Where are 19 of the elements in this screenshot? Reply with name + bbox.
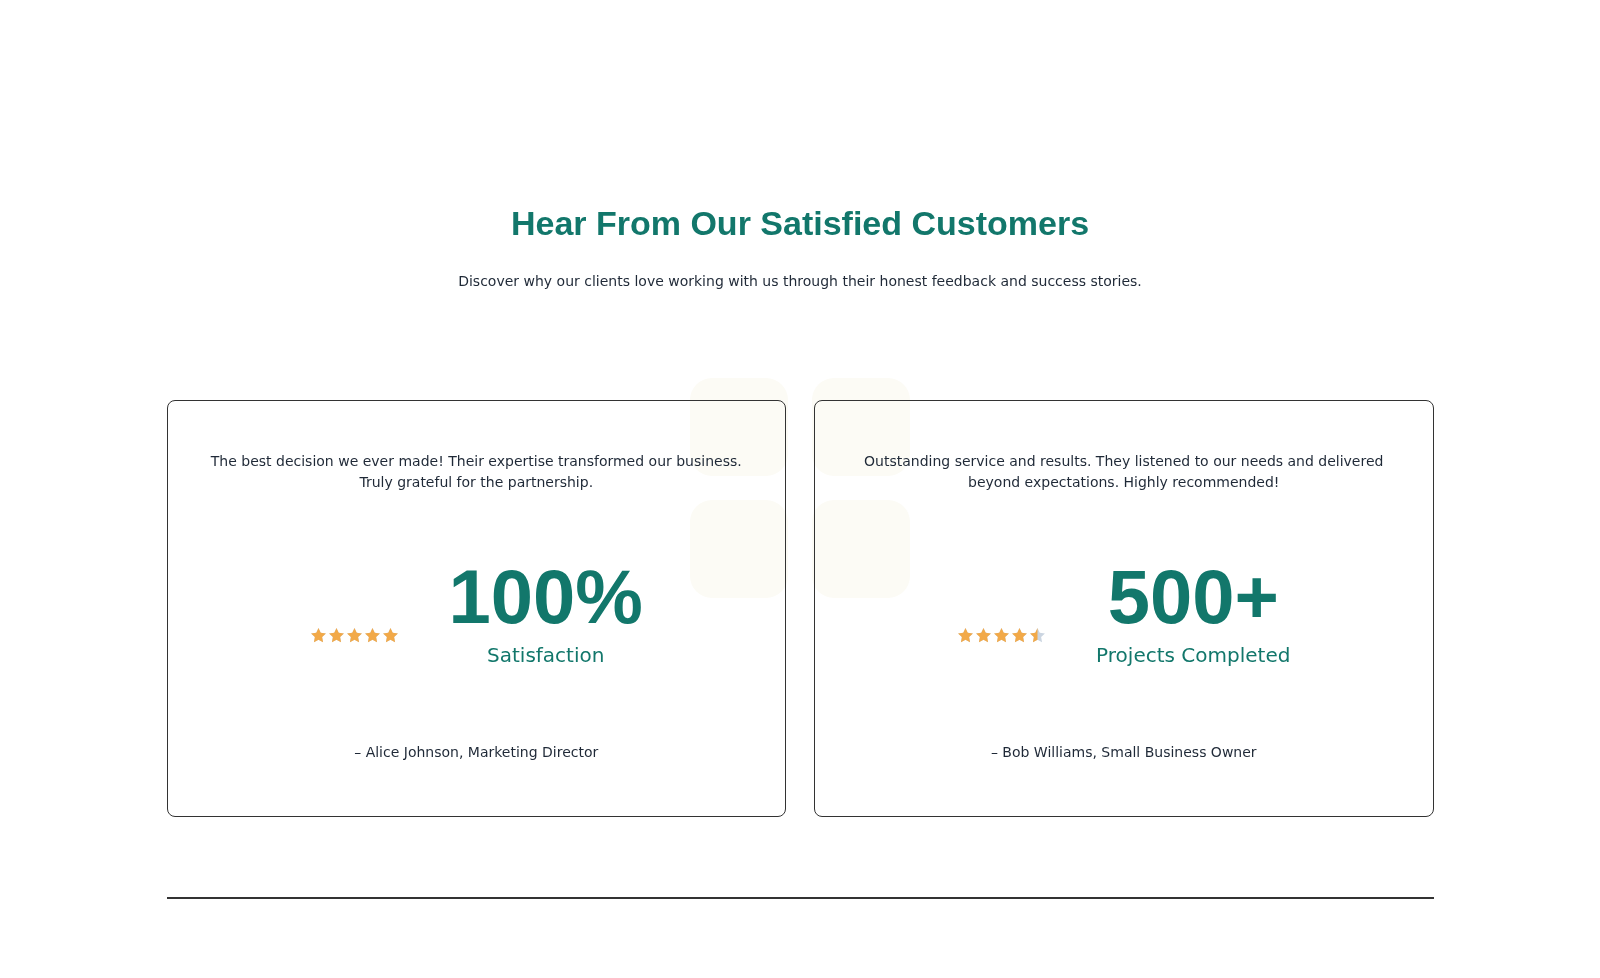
star-icon: [957, 626, 975, 644]
star-icon: [363, 626, 381, 644]
star-icon: [327, 626, 345, 644]
testimonial-author: – Alice Johnson, Marketing Director: [354, 744, 599, 760]
stat-label: Satisfaction: [487, 643, 605, 667]
star-icon: [975, 626, 993, 644]
testimonial-quote: Outstanding service and results. They listened to our needs and delivered beyond expectations. Highly recommended!: [863, 452, 1385, 492]
star-icon: [381, 626, 399, 644]
star-icon: [345, 626, 363, 644]
section-subtitle: Discover why our clients love working with us through their honest feedback and success stories.: [458, 273, 1142, 289]
testimonial-author: – Bob Williams, Small Business Owner: [990, 744, 1257, 760]
stat-value: 100%: [448, 559, 643, 635]
star-icon: [993, 626, 1011, 644]
star-icon: [1011, 626, 1029, 644]
testimonial-quote: The best decision we ever made! Their expertise transformed our business. Truly grateful for the partnership.: [209, 452, 743, 492]
stat-label: Projects Completed: [1096, 643, 1291, 667]
stat-value: 500+: [1107, 559, 1279, 635]
star-icon: [309, 626, 327, 644]
section-heading: Hear From Our Satisfied Customers: [510, 204, 1090, 243]
